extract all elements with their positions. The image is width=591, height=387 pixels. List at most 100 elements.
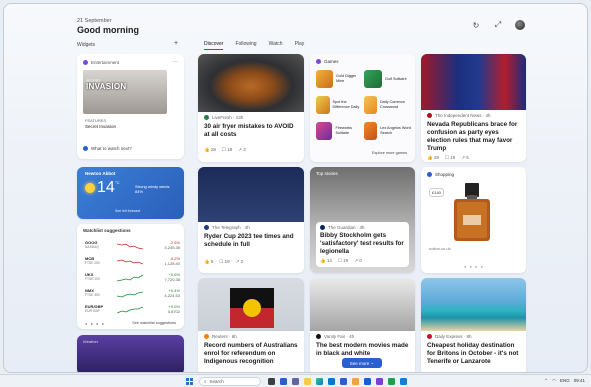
watchlist-widget[interactable]: Watchlist suggestions GOOG NASDAQ -2.6% 3,… [77,224,184,329]
comment-count[interactable]: ☐ 19 [445,155,455,161]
wl-name: FTSE 250 [85,260,100,265]
watchlist-row[interactable]: UKX FTSE 100 +0.6% 7,720.38 [85,271,180,284]
share-count[interactable]: ↗ 5 [461,155,469,161]
pager-dots[interactable]: ● ● ● ● [464,264,484,269]
more-options-icon[interactable]: ··· [172,59,178,65]
comment-count[interactable]: ☐ 19 [338,258,348,264]
tab-discover[interactable]: Discover [204,41,224,50]
news-title[interactable]: Cheapest holiday destination for Britons… [427,342,520,366]
share-count[interactable]: ↗ 3 [238,147,246,153]
news-card[interactable]: Daily Express · 8h Cheapest holiday dest… [421,278,526,372]
game-icon [364,96,378,114]
game-name: Daily Common Crossword [380,100,405,109]
game-item[interactable]: Golf Solitaire [364,68,412,90]
topstories-label: Top stories [316,171,338,176]
pager-dots[interactable]: ● ● ● ● [85,321,105,326]
widgets-icon[interactable] [280,378,287,385]
share-count[interactable]: ↗ 2 [236,259,244,265]
entertainment-footer[interactable]: What to watch next? [83,146,132,151]
comment-count[interactable]: ☐ 19 [219,259,229,265]
comment-count-value: 19 [450,155,456,161]
news-body: Vanity Fair · 4h The best modern movies … [316,334,409,358]
see-more-button[interactable]: See more ⌄ [342,358,382,368]
chat-icon[interactable] [292,378,299,385]
poster-image[interactable] [83,70,167,114]
shopping-widget[interactable]: Shopping £140 notino.co.uk ● ● ● ● [421,167,526,273]
tab-play[interactable]: Play [295,41,305,50]
shopping-store: notino.co.uk [429,246,451,251]
news-card[interactable]: Reuters · 6h Record numbers of Australia… [198,278,304,372]
like-count[interactable]: 👍 5 [204,259,213,265]
weather-forecast-link[interactable]: See full forecast [115,209,140,213]
share-count-value: 0 [359,257,362,263]
watchlist-row[interactable]: GOOG NASDAQ -2.6% 3,245.35 [85,239,180,252]
game-item[interactable]: Fireworks Solitaire [316,120,364,142]
start-button[interactable] [186,378,193,385]
chevron-up-icon[interactable]: ⌃ [544,378,548,384]
watchlist-footer-link[interactable]: See watchlist suggestions [132,321,176,325]
game-icon [364,70,382,88]
news-reactions: 👍 14 ☐ 19 ↗ 0 [320,258,405,264]
store-icon[interactable] [328,378,335,385]
edge-icon[interactable] [316,378,323,385]
game-item[interactable]: Gold Digger Mine [316,68,364,90]
watchlist-row[interactable]: NMX FTSE 350 +0.4% 4,224.53 [85,287,180,300]
storm-widget[interactable]: Weather [77,335,184,372]
feed-tabs: Discover Following Watch Play [204,41,304,50]
news-title[interactable]: Record numbers of Australians enrol for … [204,342,298,366]
sparkline [117,259,143,264]
watchlist-row[interactable]: MCB FTSE 250 -0.2% 1,128.40 [85,255,180,268]
like-count[interactable]: 👍 28 [204,147,216,153]
like-count[interactable]: 👍 29 [427,155,439,161]
news-card[interactable]: Vanity Fair · 4h The best modern movies … [310,278,415,372]
avatar[interactable] [515,20,525,30]
task-view-icon[interactable] [268,378,275,385]
system-tray[interactable]: ⌃ ◠ ENG 09:41 [544,378,585,384]
game-item[interactable]: Spot the Difference Daily [316,94,364,116]
news-title[interactable]: The best modern movies made in black and… [316,342,409,358]
news-card[interactable]: The Independent News · 4h Nevada Republi… [421,54,526,162]
mail-icon[interactable] [340,378,347,385]
sparkline [117,306,143,313]
like-count[interactable]: 👍 14 [320,258,332,264]
news-title[interactable]: Nevada Republicans brace for confusion a… [427,121,520,152]
wl-price: 1,128.40 [164,260,180,266]
wl-price: 0.8702 [167,308,180,314]
add-widget-icon[interactable]: + [174,40,178,47]
perfume-bottle-image[interactable] [451,183,493,243]
entertainment-widget[interactable]: Entertainment ··· SECRET INVASION FEATUR… [77,54,184,159]
entertainment-icon [83,60,88,65]
app-icon[interactable] [388,378,395,385]
news-title[interactable]: Bibby Stockholm gets 'satisfactory' test… [320,232,405,256]
expand-icon[interactable]: ⤢ [493,20,503,30]
news-title[interactable]: Ryder Cup 2023 tee times and schedule in… [204,233,298,249]
play-icon [83,146,88,151]
tab-watch[interactable]: Watch [269,41,283,50]
folder-icon[interactable] [352,378,359,385]
news-body: The Independent News · 4h Nevada Republi… [427,113,520,161]
news-card[interactable]: The Telegraph · 4h Ryder Cup 2023 tee ti… [198,167,304,273]
app-icon[interactable] [376,378,383,385]
news-reactions: 👍 5 ☐ 19 ↗ 2 [204,259,298,265]
dropbox-icon[interactable] [364,378,371,385]
game-item[interactable]: Lex Angelos Word Search [364,120,412,142]
search-box[interactable]: ⌕ Search [199,377,261,386]
comment-count[interactable]: ☐ 19 [222,147,232,153]
wifi-icon[interactable]: ◠ [552,378,556,384]
file-explorer-icon[interactable] [304,378,311,385]
clock[interactable]: 09:41 [574,378,585,384]
news-card[interactable]: Top stories The Guardian · 3h Bibby Stoc… [310,167,415,273]
language-indicator[interactable]: ENG [560,378,570,384]
refresh-icon[interactable]: ↻ [471,20,481,30]
app-icon[interactable] [400,378,407,385]
game-item[interactable]: Daily Common Crossword [364,94,412,116]
news-card[interactable]: LiveFresh · 13h 30 air fryer mistakes to… [198,54,304,162]
weather-widget[interactable]: Newton Abbot 14 °C Strong windy winds 84… [77,167,184,219]
share-count[interactable]: ↗ 0 [354,258,362,264]
games-widget[interactable]: Games Gold Digger Mine Golf Solitaire Sp… [310,54,415,162]
games-footer-link[interactable]: Explore more games [310,151,415,155]
like-count-value: 28 [210,146,216,152]
news-title[interactable]: 30 air fryer mistakes to AVOID at all co… [204,123,298,139]
watchlist-row[interactable]: EUR/GBP EUR GBP +0.9% 0.8702 [85,303,180,316]
tab-following[interactable]: Following [235,41,256,50]
